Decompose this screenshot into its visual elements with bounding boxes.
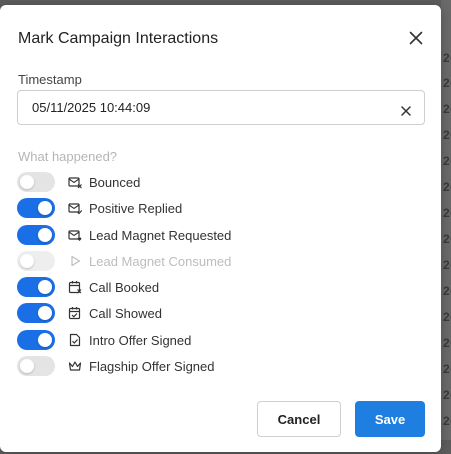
background-cell-fragment: 20 xyxy=(443,310,451,324)
file-check-icon xyxy=(68,333,82,347)
option-toggle[interactable] xyxy=(17,330,55,350)
option-label: Call Showed xyxy=(89,305,162,321)
background-cell-fragment: 20 xyxy=(443,388,451,402)
toggle-knob xyxy=(20,254,34,268)
background-cell-fragment: 20 xyxy=(443,102,451,116)
calendar-check-icon xyxy=(68,306,82,320)
background-cell-fragment: 20 xyxy=(443,362,451,376)
timestamp-value: 05/11/2025 10:44:09 xyxy=(32,100,151,115)
background-cell-fragment: 20 xyxy=(443,76,451,90)
option-toggle[interactable] xyxy=(17,303,55,323)
mail-check-icon xyxy=(68,201,82,215)
mark-interactions-modal: Mark Campaign Interactions Timestamp 05/… xyxy=(0,5,441,452)
close-icon xyxy=(409,31,423,45)
background-cell-fragment: 20 xyxy=(443,51,451,65)
toggle-knob xyxy=(38,306,52,320)
option-row: Lead Magnet Consumed xyxy=(17,251,231,271)
mail-heart-icon xyxy=(68,228,82,242)
option-row: Lead Magnet Requested xyxy=(17,225,231,245)
option-label: Intro Offer Signed xyxy=(89,332,192,348)
option-row: Bounced xyxy=(17,172,140,192)
background-cell-fragment: 20 xyxy=(443,336,451,350)
background-cell-fragment: 20 xyxy=(443,284,451,298)
option-row: Positive Replied xyxy=(17,198,182,218)
toggle-knob xyxy=(38,280,52,294)
option-label: Lead Magnet Requested xyxy=(89,227,232,243)
toggle-knob xyxy=(20,175,34,189)
cancel-button[interactable]: Cancel xyxy=(257,401,341,437)
background-cell-fragment: 20 xyxy=(443,414,451,428)
option-row: Intro Offer Signed xyxy=(17,330,191,350)
clear-icon xyxy=(401,106,411,116)
save-button[interactable]: Save xyxy=(355,401,425,437)
toggle-knob xyxy=(38,201,52,215)
toggle-knob xyxy=(38,228,52,242)
background-cell-fragment: 20 xyxy=(443,258,451,272)
option-label: Call Booked xyxy=(89,279,160,295)
option-row: Call Showed xyxy=(17,303,162,323)
option-toggle[interactable] xyxy=(17,198,55,218)
modal-title: Mark Campaign Interactions xyxy=(18,30,219,47)
mail-x-icon xyxy=(68,175,82,189)
play-icon xyxy=(68,254,82,268)
option-toggle xyxy=(17,251,55,271)
background-cell-fragment: 20 xyxy=(443,206,451,220)
background-cell-fragment: 20 xyxy=(443,232,451,246)
timestamp-label: Timestamp xyxy=(18,72,82,87)
option-toggle[interactable] xyxy=(17,172,55,192)
option-row: Call Booked xyxy=(17,277,159,297)
calendar-x-icon xyxy=(68,280,82,294)
option-label: Flagship Offer Signed xyxy=(89,358,215,374)
option-label: Lead Magnet Consumed xyxy=(89,253,232,269)
crown-icon xyxy=(68,359,82,373)
timestamp-clear-button[interactable] xyxy=(399,104,413,118)
option-toggle[interactable] xyxy=(17,356,55,376)
timestamp-input[interactable]: 05/11/2025 10:44:09 xyxy=(17,90,425,125)
close-button[interactable] xyxy=(407,29,425,47)
option-row: Flagship Offer Signed xyxy=(17,356,215,376)
option-toggle[interactable] xyxy=(17,277,55,297)
toggle-knob xyxy=(20,359,34,373)
background-cell-fragment: 20 xyxy=(443,180,451,194)
option-label: Bounced xyxy=(89,174,141,190)
toggle-knob xyxy=(38,333,52,347)
background-cell-fragment: 20 xyxy=(443,128,451,142)
option-label: Positive Replied xyxy=(89,200,183,216)
section-label: What happened? xyxy=(18,149,118,164)
background-table-edge xyxy=(441,0,451,454)
background-cell-fragment: 20 xyxy=(443,154,451,168)
option-toggle[interactable] xyxy=(17,225,55,245)
